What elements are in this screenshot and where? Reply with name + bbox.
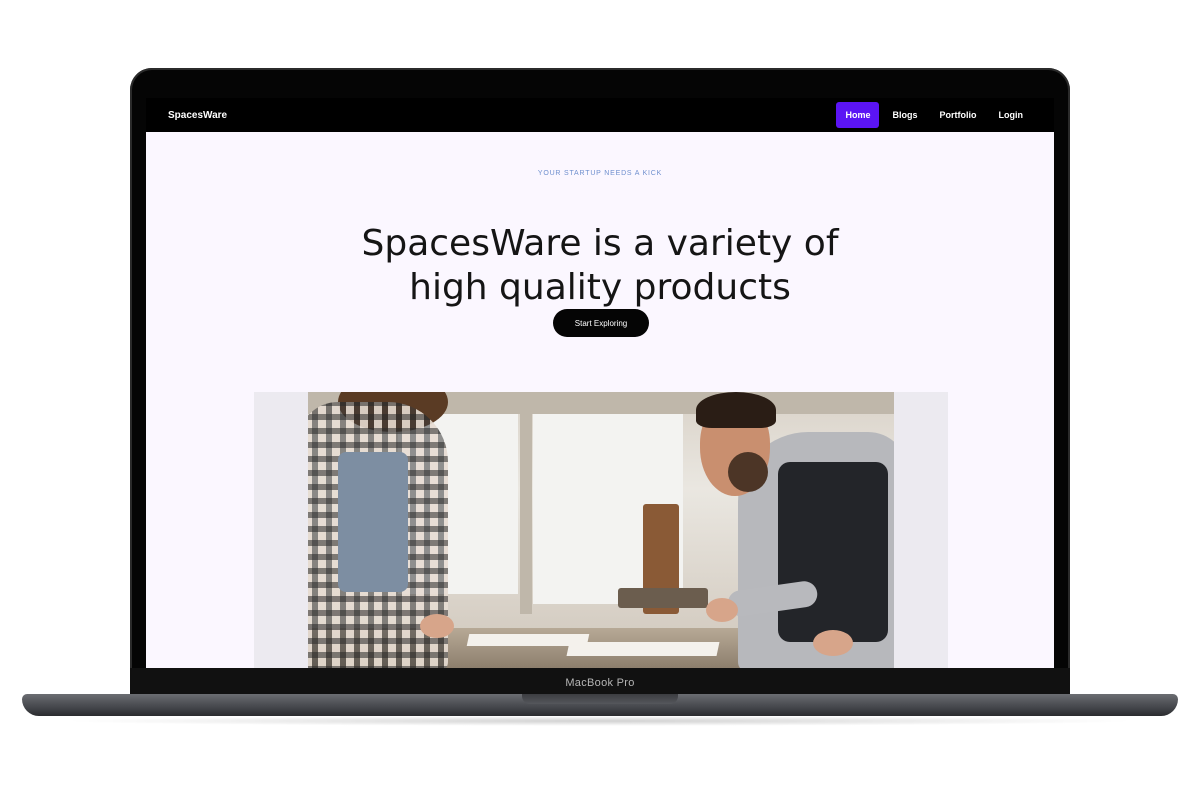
site-navbar: SpacesWare Home Blogs Portfolio Login: [146, 98, 1054, 132]
person-right-hand: [813, 630, 853, 656]
laptop-shadow: [60, 716, 1140, 726]
nav-portfolio-link[interactable]: Portfolio: [931, 102, 986, 128]
hero-headline: SpacesWare is a variety of high quality …: [146, 222, 1054, 310]
hero-headline-line-2: high quality products: [409, 267, 791, 309]
laptop-screen: SpacesWare Home Blogs Portfolio Login YO…: [146, 98, 1054, 668]
brand-logo[interactable]: SpacesWare: [168, 110, 227, 121]
device-label: MacBook Pro: [565, 677, 635, 689]
person-left-hand: [420, 614, 454, 638]
person-right-hair: [696, 392, 776, 428]
laptop-opening-notch: [522, 694, 678, 704]
paper-sheet: [566, 642, 720, 656]
window-mullion: [520, 414, 532, 614]
start-exploring-button[interactable]: Start Exploring: [553, 309, 649, 337]
person-right-hand: [706, 598, 738, 622]
nav-blogs-link[interactable]: Blogs: [883, 102, 926, 128]
nav-home-link[interactable]: Home: [836, 102, 880, 128]
hero-kicker: YOUR STARTUP NEEDS A KICK: [537, 170, 663, 177]
hero-image-frame: [254, 392, 948, 668]
machine-table: [618, 588, 708, 608]
laptop-mockup: SpacesWare Home Blogs Portfolio Login YO…: [0, 0, 1200, 800]
nav-menu: Home Blogs Portfolio Login: [836, 102, 1032, 128]
hero-image: [308, 392, 894, 668]
person-right-apron: [778, 462, 888, 642]
person-left-apron: [338, 452, 408, 592]
person-right-beard: [728, 452, 768, 492]
hero-headline-line-1: SpacesWare is a variety of: [361, 223, 839, 265]
nav-login-link[interactable]: Login: [990, 102, 1033, 128]
